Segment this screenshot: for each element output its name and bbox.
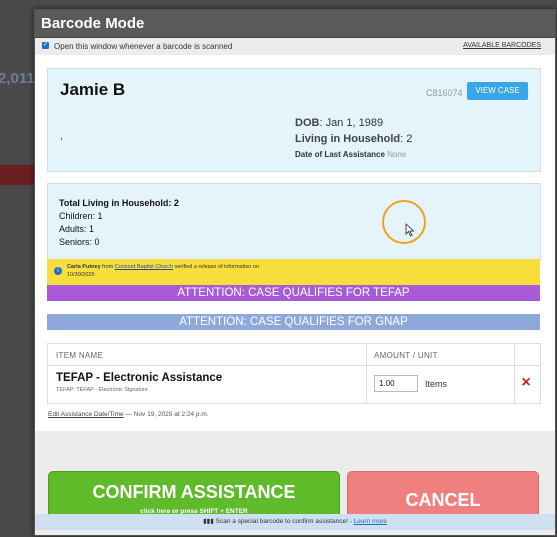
household-summary-panel: Total Living in Household: 2 Children: 1… [47, 183, 541, 260]
release-notice: i Carla Putney from Concord Baptist Chur… [47, 259, 540, 285]
table-header: ITEM NAME AMOUNT / UNIT [48, 344, 540, 366]
column-item-name: ITEM NAME [56, 351, 104, 360]
dialog-title: Barcode Mode [35, 10, 555, 38]
notice-from: from [100, 264, 115, 270]
open-window-checkbox[interactable]: ✓ [42, 42, 49, 49]
dob-value: : Jan 1, 1989 [319, 117, 384, 129]
client-address: , [60, 131, 63, 142]
last-assistance-label: Date of Last Assistance [295, 150, 385, 159]
household-seniors: Seniors: 0 [59, 237, 100, 247]
dob-label: DOB [295, 117, 320, 129]
release-notice-text: Carla Putney from Concord Baptist Church… [67, 263, 267, 279]
case-id: C816074 [426, 88, 463, 98]
edit-date-line: Edit Assistance Date/Time — Nov 19, 2025… [48, 411, 209, 418]
last-assistance-field: Date of Last Assistance None [295, 150, 406, 159]
living-value: : 2 [400, 133, 413, 145]
items-table: ITEM NAME AMOUNT / UNIT TEFAP - Electron… [47, 343, 541, 404]
view-case-button[interactable]: VIEW CASE [467, 82, 528, 100]
notice-person: Carla Putney [67, 264, 101, 270]
edit-date-link[interactable]: Edit Assistance Date/Time [48, 411, 124, 418]
household-children: Children: 1 [59, 211, 103, 221]
item-subtitle: TEFAP: TEFAP - Electronic Signature [56, 387, 148, 393]
learn-more-link[interactable]: Learn more [354, 518, 387, 525]
mouse-cursor-icon [405, 223, 415, 237]
column-amount-unit: AMOUNT / UNIT [374, 351, 438, 360]
unit-label: Items [425, 379, 448, 389]
tefap-attention-banner: ATTENTION: CASE QUALIFIES FOR TEFAP [47, 285, 540, 301]
available-barcodes-link[interactable]: AVAILABLE BARCODES [463, 42, 541, 49]
options-bar: ✓ Open this window whenever a barcode is… [35, 38, 555, 55]
notice-org-link[interactable]: Concord Baptist Church [115, 264, 173, 270]
living-field: Living in Household: 2 [295, 133, 412, 145]
household-total: Total Living in Household: 2 [59, 198, 179, 208]
barcode-icon: ▮▮▮ [203, 518, 216, 525]
gnap-attention-banner: ATTENTION: CASE QUALIFIES FOR GNAP [47, 314, 540, 330]
living-label: Living in Household [295, 133, 401, 145]
edit-separator: — [123, 411, 134, 418]
confirm-label: CONFIRM ASSISTANCE [92, 482, 296, 502]
quantity-input[interactable] [374, 375, 418, 392]
last-assistance-value: None [384, 150, 407, 159]
info-icon: i [54, 267, 62, 275]
barcode-hint-text: Scan a special barcode to confirm assist… [215, 518, 348, 525]
loading-spinner-icon [382, 200, 426, 244]
column-divider [514, 344, 515, 403]
delete-item-icon[interactable]: × [519, 375, 533, 391]
client-panel: Jamie B C816074 VIEW CASE , DOB: Jan 1, … [47, 68, 541, 172]
item-name: TEFAP - Electronic Assistance [56, 372, 223, 384]
assistance-timestamp: Nov 19, 2025 at 2:24 p.m. [133, 411, 209, 418]
household-adults: Adults: 1 [59, 224, 95, 234]
open-window-label[interactable]: Open this window whenever a barcode is s… [54, 42, 232, 51]
barcode-hint-bar: ▮▮▮ Scan a special barcode to confirm as… [35, 514, 555, 530]
column-divider [366, 344, 367, 403]
background-fragment: 2,011 [0, 70, 35, 87]
barcode-mode-dialog: Barcode Mode ✓ Open this window whenever… [34, 9, 556, 536]
dialog-body: ✓ Open this window whenever a barcode is… [35, 38, 555, 535]
dob-field: DOB: Jan 1, 1989 [295, 117, 383, 129]
client-name: Jamie B [60, 80, 126, 99]
